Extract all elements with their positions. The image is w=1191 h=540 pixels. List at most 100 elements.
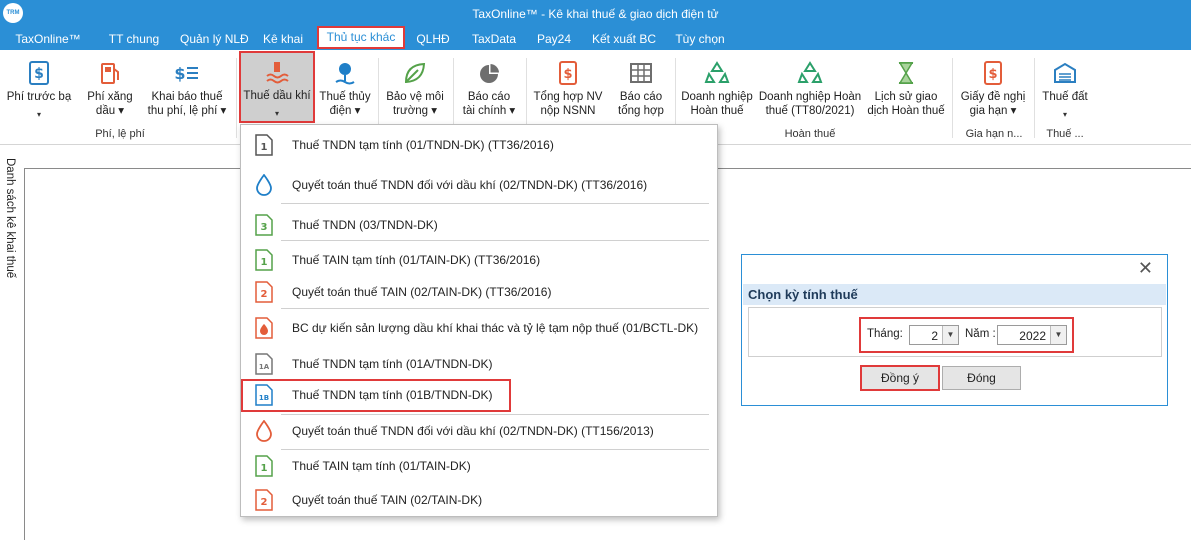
oil-drop-icon: [256, 174, 272, 196]
ribbon-label: Khai báo thuế: [151, 91, 223, 103]
dropdown-item-01b-tndn[interactable]: 1B Thuế TNDN tạm tính (01B/TNDN-DK): [241, 379, 511, 412]
fuel-pump-icon: [101, 63, 119, 84]
year-value: 2022: [1019, 329, 1046, 343]
menu-quan-ly-nld[interactable]: Quản lý NLĐ: [180, 28, 249, 50]
ok-button[interactable]: Đồng ý: [860, 365, 940, 391]
chevron-down-icon[interactable]: ▼: [942, 326, 958, 344]
ribbon-bao-ve-moi-truong-button[interactable]: Bảo vệ môi trường ▾: [382, 54, 448, 128]
ribbon-label-2: nộp NSNN: [540, 105, 596, 117]
title-bar: TRM TaxOnline™ - Kê khai thuế & giao dịc…: [0, 0, 1191, 28]
ribbon-doanh-nghiep-hoan-thue-button[interactable]: Doanh nghiệp Hoàn thuế: [680, 54, 754, 128]
menu-ket-xuat-bc[interactable]: Kết xuất BC: [590, 28, 658, 50]
svg-text:1B: 1B: [259, 394, 269, 402]
close-button[interactable]: Đóng: [942, 366, 1021, 390]
menu-qlhd[interactable]: QLHĐ: [414, 28, 452, 50]
dollar-doc-icon: $: [29, 61, 49, 85]
group-label-hoan-thue: Hoàn thuế: [784, 128, 836, 140]
dialog-header: Chọn kỳ tính thuế: [743, 284, 1166, 305]
svg-text:2: 2: [261, 497, 268, 508]
dropdown-item[interactable]: BC dự kiến sản lượng dầu khí khai thác v…: [241, 312, 717, 345]
dropdown-item-label: Thuế TAIN tạm tính (01/TAIN-DK): [292, 459, 471, 473]
dropdown-item-label: Thuế TNDN tạm tính (01/TNDN-DK) (TT36/20…: [292, 138, 554, 152]
dollar-list-icon: $: [174, 64, 198, 83]
ribbon-label-2: thu phí, lệ phí ▾: [147, 105, 227, 117]
dropdown-item[interactable]: 1A Thuế TNDN tạm tính (01A/TNDN-DK): [241, 348, 717, 381]
svg-text:3: 3: [261, 222, 268, 233]
ribbon-doanh-nghiep-hoan-thue-tt80-button[interactable]: Doanh nghiệp Hoàn thuế (TT80/2021): [758, 54, 862, 128]
sidebar-tab-danh-sach[interactable]: Danh sách kê khai thuế: [4, 158, 16, 278]
ribbon-khai-bao-thue-button[interactable]: $ Khai báo thuế thu phí, lệ phí ▾: [146, 54, 228, 128]
window-title: TaxOnline™ - Kê khai thuế & giao dịch đi…: [472, 7, 719, 21]
dropdown-item[interactable]: 3 Thuế TNDN (03/TNDN-DK): [241, 209, 717, 242]
ribbon-phi-truoc-ba-button[interactable]: $ Phí trước bạ ▾: [4, 54, 74, 128]
hydro-pin-icon: [335, 63, 355, 85]
ribbon-giay-de-nghi-gia-han-button[interactable]: $ Giấy đề nghị gia hạn ▾: [956, 54, 1030, 128]
year-select[interactable]: 2022 ▼: [997, 325, 1067, 345]
ribbon-phi-xang-dau-button[interactable]: Phí xăng dầu ▾: [80, 54, 140, 128]
dropdown-item[interactable]: Quyết toán thuế TNDN đối với dầu khí (02…: [241, 169, 717, 202]
svg-text:$: $: [563, 67, 572, 82]
ribbon-label: Báo cáo: [619, 91, 663, 103]
dropdown-item[interactable]: 1 Thuế TAIN tạm tính (01/TAIN-DK) (TT36/…: [241, 244, 717, 277]
doc-2-icon: 2: [255, 281, 273, 303]
group-label-phi-le-phi: Phí, lệ phí: [95, 128, 145, 140]
dropdown-item[interactable]: 1 Thuế TAIN tạm tính (01/TAIN-DK): [241, 450, 717, 483]
chon-ky-tinh-thue-dialog: ✕ Chọn kỳ tính thuế Tháng: 2 ▼ Năm : 202…: [741, 254, 1168, 406]
ribbon-thue-dau-khi-button[interactable]: Thuế dầu khí ▾: [239, 51, 315, 123]
ribbon-label-2: tài chính ▾: [462, 105, 516, 117]
ribbon-label: Thuế thủy: [319, 91, 371, 103]
ribbon-label-2: gia hạn ▾: [969, 105, 1017, 117]
doc-1b-icon: 1B: [255, 384, 273, 406]
svg-text:$: $: [988, 67, 997, 82]
ribbon-label: Thuế dầu khí: [243, 90, 311, 102]
close-icon[interactable]: ✕: [1138, 258, 1153, 279]
menu-bar: TaxOnline™ TT chung Quản lý NLĐ Kê khai …: [0, 26, 1191, 50]
menu-ke-khai[interactable]: Kê khai: [262, 28, 304, 50]
menu-pay24[interactable]: Pay24: [536, 28, 572, 50]
dropdown-item-label: BC dự kiến sản lượng dầu khí khai thác v…: [292, 321, 699, 335]
ribbon-separator: [952, 58, 953, 138]
oil-drop-icon: [256, 420, 272, 442]
dropdown-item[interactable]: Quyết toán thuế TNDN đối với dầu khí (02…: [241, 415, 717, 448]
hourglass-icon: [898, 62, 914, 84]
menu-taxdata[interactable]: TaxData: [469, 28, 519, 50]
dollar-doc-orange-icon: $: [559, 61, 577, 85]
dropdown-item[interactable]: 1 Thuế TNDN tạm tính (01/TNDN-DK) (TT36/…: [241, 129, 717, 162]
menu-taxonline[interactable]: TaxOnline™: [14, 28, 82, 50]
svg-text:$: $: [34, 66, 44, 82]
ribbon-tong-hop-nv-button[interactable]: $ Tổng hợp NV nộp NSNN: [530, 54, 606, 128]
dropdown-item[interactable]: 2 Quyết toán thuế TAIN (02/TAIN-DK) (TT3…: [241, 276, 717, 309]
leaf-icon: [404, 62, 426, 84]
ribbon-lich-su-hoan-thue-button[interactable]: Lịch sử giao dịch Hoàn thuế: [866, 54, 946, 128]
month-select[interactable]: 2 ▼: [909, 325, 959, 345]
ribbon-label: Báo cáo: [467, 91, 511, 103]
ribbon-caret: ▾: [1062, 110, 1067, 119]
ribbon-label: Phí xăng: [87, 91, 133, 103]
svg-text:2: 2: [261, 289, 268, 300]
ribbon-label-2: điện ▾: [329, 105, 361, 117]
ribbon-thue-thuy-dien-button[interactable]: Thuế thủy điện ▾: [318, 54, 372, 128]
ribbon-label: Tổng hợp NV: [533, 91, 603, 103]
doc-1-icon: 1: [255, 134, 273, 156]
menu-tt-chung[interactable]: TT chung: [108, 28, 160, 50]
doc-1-icon: 1: [255, 249, 273, 271]
pie-chart-icon: [480, 64, 499, 83]
menu-thu-tuc-khac[interactable]: Thủ tục khác: [317, 26, 405, 49]
chevron-down-icon[interactable]: ▼: [1050, 326, 1066, 344]
menu-tuy-chon[interactable]: Tùy chọn: [674, 28, 726, 50]
ribbon-label-2: dầu ▾: [95, 105, 125, 117]
ribbon-thue-dat-button[interactable]: Thuế đất ▾: [1038, 54, 1092, 128]
dialog-title: Chọn kỳ tính thuế: [748, 287, 858, 302]
year-label: Năm :: [965, 328, 996, 340]
ribbon-label-2: trường ▾: [392, 105, 438, 117]
dropdown-item[interactable]: 2 Quyết toán thuế TAIN (02/TAIN-DK): [241, 484, 717, 517]
doc-1-icon: 1: [255, 455, 273, 477]
svg-text:$: $: [174, 64, 185, 83]
ribbon-bao-cao-tai-chinh-button[interactable]: Báo cáo tài chính ▾: [458, 54, 520, 128]
ribbon-label: Phí trước bạ: [6, 91, 72, 103]
doc-3-icon: 3: [255, 214, 273, 236]
dropdown-item-label: Quyết toán thuế TNDN đối với dầu khí (02…: [292, 178, 648, 192]
dropdown-item-label: Thuế TNDN (03/TNDN-DK): [292, 218, 438, 232]
thue-dau-khi-dropdown: 1 Thuế TNDN tạm tính (01/TNDN-DK) (TT36/…: [240, 124, 718, 517]
ribbon-bao-cao-tong-hop-button[interactable]: Báo cáo tổng hợp: [612, 54, 670, 128]
